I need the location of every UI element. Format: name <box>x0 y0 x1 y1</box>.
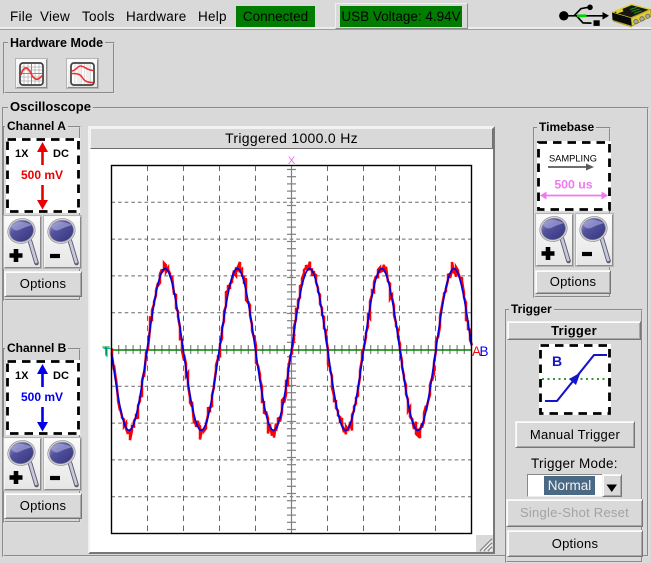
svg-text:B: B <box>480 344 489 359</box>
svg-text:B: B <box>552 353 562 369</box>
svg-text:500 us: 500 us <box>554 178 592 192</box>
svg-text:T: T <box>102 344 110 359</box>
svg-text:X: X <box>288 155 296 167</box>
svg-text:SAMPLING: SAMPLING <box>549 154 597 164</box>
